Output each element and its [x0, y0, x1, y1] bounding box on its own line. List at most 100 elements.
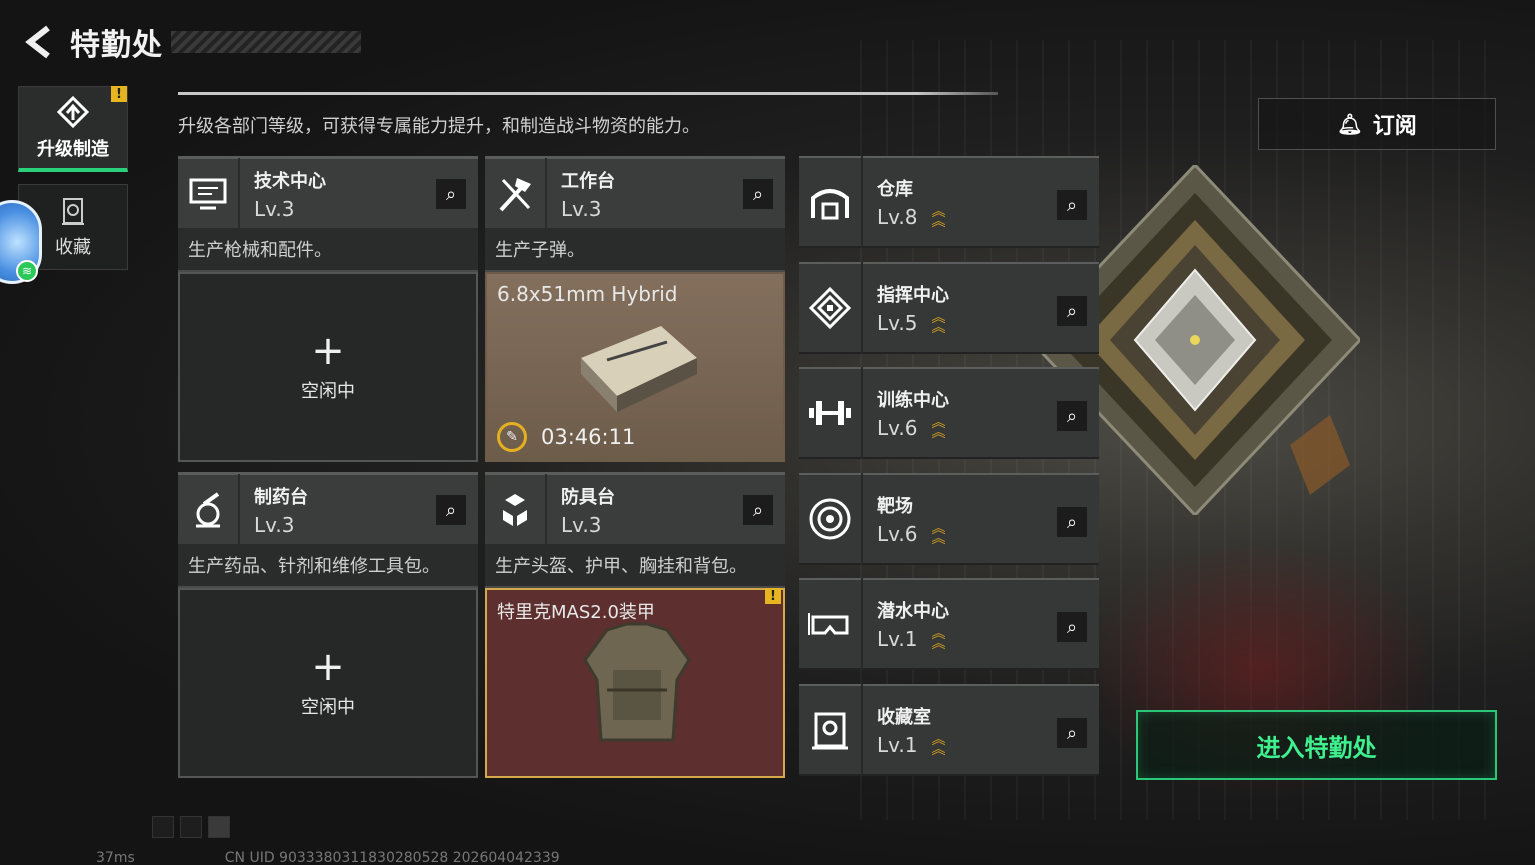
station-name: 防具台 — [561, 486, 615, 508]
department-collection-room[interactable]: 收藏室 Lv.1 ︽ ︽ ⌕ — [799, 684, 1099, 776]
inspect-button[interactable]: ⌕ — [1057, 507, 1087, 537]
search-icon: ⌕ — [752, 499, 764, 521]
tech-center-icon — [178, 157, 240, 230]
production-slot[interactable]: 6.8x51mm Hybrid ✎ 03:46:11 — [485, 272, 785, 462]
inspect-button[interactable]: ⌕ — [1057, 718, 1087, 748]
back-button[interactable] — [20, 22, 56, 62]
department-name: 指挥中心 — [877, 285, 949, 306]
item-name: 6.8x51mm Hybrid — [497, 282, 678, 306]
inspect-button[interactable]: ⌕ — [743, 495, 773, 525]
ping-text: 37ms — [96, 850, 135, 865]
search-icon: ⌕ — [752, 183, 764, 205]
upgrade-available-icon: ︽ ︽ — [931, 204, 946, 230]
station-header: 制药台 Lv.3 ⌕ — [178, 472, 478, 546]
wrench-timer-icon: ✎ — [497, 422, 527, 452]
search-icon: ⌕ — [445, 499, 457, 521]
pharmacy-icon — [178, 473, 240, 546]
armor-vest-image — [583, 622, 691, 742]
inspect-button[interactable]: ⌕ — [1057, 401, 1087, 431]
inspect-button[interactable]: ⌕ — [436, 179, 466, 209]
add-icon: + — [311, 644, 345, 690]
department-name: 训练中心 — [877, 390, 949, 411]
add-icon: + — [311, 328, 345, 374]
quick-slot[interactable] — [180, 816, 202, 838]
station-level: Lv.3 — [254, 512, 295, 537]
shooting-range-icon — [799, 473, 863, 565]
station-header: 防具台 Lv.3 ⌕ — [485, 472, 785, 546]
department-level: Lv.1 — [877, 733, 918, 757]
department-command-center[interactable]: 指挥中心 Lv.5 ︽ ︽ ⌕ — [799, 262, 1099, 354]
department-level: Lv.6 — [877, 522, 918, 546]
upgrade-available-icon: ︽ ︽ — [931, 310, 946, 336]
upgrade-available-icon: ︽ ︽ — [931, 626, 946, 652]
station-card-workbench: 工作台 Lv.3 ⌕ 生产子弹。 6.8x51mm Hybrid ✎ 03:46:1… — [485, 156, 785, 462]
title-stripe-decoration — [171, 31, 361, 53]
top-bar: 特勤处 — [20, 20, 361, 64]
armor-bench-icon — [485, 473, 547, 546]
idle-label: 空闲中 — [301, 381, 355, 402]
station-level: Lv.3 — [561, 196, 602, 221]
station-description: 生产枪械和配件。 — [178, 228, 478, 272]
alert-badge: ! — [765, 588, 781, 604]
upgrade-available-icon: ︽ ︽ — [931, 415, 946, 441]
collection-room-icon — [799, 684, 863, 776]
enter-button[interactable]: 进入特勤处 — [1136, 710, 1497, 780]
search-icon: ⌕ — [1066, 300, 1078, 322]
status-bar: 37ms CN UID 9033380311830280528 20260404… — [20, 850, 560, 865]
quick-slot[interactable] — [152, 816, 174, 838]
search-icon: ⌕ — [1066, 194, 1078, 216]
upgrade-available-icon: ︽ ︽ — [931, 732, 946, 758]
station-header: 技术中心 Lv.3 ⌕ — [178, 156, 478, 230]
page-title: 特勤处 — [70, 28, 163, 63]
command-center-icon — [799, 262, 863, 354]
subscribe-label: 订阅 — [1372, 114, 1417, 139]
inspect-button[interactable]: ⌕ — [743, 179, 773, 209]
production-slot[interactable]: + 空闲中 — [178, 588, 478, 778]
department-training-center[interactable]: 训练中心 Lv.6 ︽ ︽ ⌕ — [799, 367, 1099, 459]
department-level: Lv.5 — [877, 311, 918, 335]
station-description: 生产头盔、护甲、胸挂和背包。 — [485, 544, 785, 588]
upgrade-available-icon: ︽ ︽ — [931, 521, 946, 547]
quick-slot[interactable] — [208, 816, 230, 838]
inspect-button[interactable]: ⌕ — [1057, 612, 1087, 642]
bell-icon: 🔔︎ — [1337, 112, 1363, 136]
department-diving-center[interactable]: 潜水中心 Lv.1 ︽ ︽ ⌕ — [799, 578, 1099, 670]
production-timer: 03:46:11 — [541, 425, 636, 449]
subscribe-button[interactable]: 🔔︎ 订阅 — [1258, 98, 1496, 150]
station-card-pharmacy: 制药台 Lv.3 ⌕ 生产药品、针剂和维修工具包。 + 空闲中 — [178, 472, 478, 778]
production-slot[interactable]: 特里克MAS2.0装甲 ! — [485, 588, 785, 778]
department-level: Lv.6 — [877, 416, 918, 440]
department-warehouse[interactable]: 仓库 Lv.8 ︽ ︽ ⌕ — [799, 156, 1099, 248]
tab-label: 升级制造 — [37, 138, 109, 160]
search-icon: ⌕ — [1066, 722, 1078, 744]
collection-icon — [62, 198, 84, 225]
idle-label: 空闲中 — [301, 697, 355, 718]
station-card-tech-center: 技术中心 Lv.3 ⌕ 生产枪械和配件。 + 空闲中 — [178, 156, 478, 462]
station-description: 生产药品、针剂和维修工具包。 — [178, 544, 478, 588]
inspect-button[interactable]: ⌕ — [1057, 190, 1087, 220]
station-level: Lv.3 — [254, 196, 295, 221]
station-name: 工作台 — [561, 170, 615, 192]
wifi-status-icon: ≋ — [16, 260, 38, 282]
warehouse-icon — [799, 156, 863, 248]
back-arrow-icon — [25, 25, 50, 59]
training-center-icon — [799, 367, 863, 459]
search-icon: ⌕ — [1066, 405, 1078, 427]
uid-text: CN UID 9033380311830280528 202604042339 — [224, 850, 560, 865]
station-name: 技术中心 — [254, 170, 326, 192]
search-icon: ⌕ — [445, 183, 457, 205]
department-level: Lv.8 — [877, 205, 918, 229]
department-shooting-range[interactable]: 靶场 Lv.6 ︽ ︽ ⌕ — [799, 473, 1099, 565]
station-card-armor-bench: 防具台 Lv.3 ⌕ 生产头盔、护甲、胸挂和背包。 特里克MAS2.0装甲 ! — [485, 472, 785, 778]
inspect-button[interactable]: ⌕ — [1057, 296, 1087, 326]
diving-center-icon — [799, 578, 863, 670]
station-header: 工作台 Lv.3 ⌕ — [485, 156, 785, 230]
department-name: 仓库 — [877, 179, 913, 200]
production-slot[interactable]: + 空闲中 — [178, 272, 478, 462]
inspect-button[interactable]: ⌕ — [436, 495, 466, 525]
station-name: 制药台 — [254, 486, 308, 508]
department-name: 收藏室 — [877, 707, 931, 728]
page-description: 升级各部门等级，可获得专属能力提升，和制造战斗物资的能力。 — [178, 116, 700, 137]
search-icon: ⌕ — [1066, 616, 1078, 638]
station-level: Lv.3 — [561, 512, 602, 537]
